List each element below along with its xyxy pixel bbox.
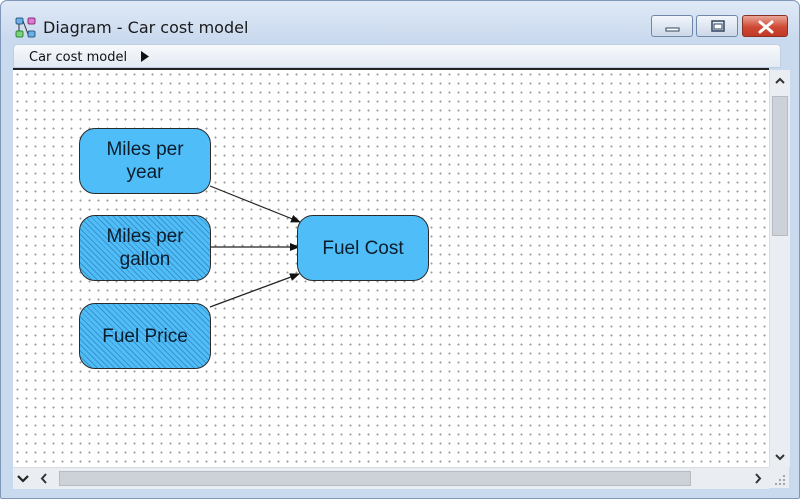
minimize-button[interactable] xyxy=(651,15,693,37)
play-triangle-icon[interactable] xyxy=(140,51,150,62)
restore-icon xyxy=(711,20,725,32)
breadcrumb: Car cost model xyxy=(13,44,781,68)
arrow-miles-per-year-to-fuel-cost[interactable] xyxy=(209,185,301,223)
resize-grip[interactable] xyxy=(769,467,789,488)
node-fuel-price[interactable]: Fuel Price xyxy=(79,303,211,369)
diagram-icon xyxy=(15,17,36,38)
close-button[interactable] xyxy=(742,15,788,37)
node-label-line1: Fuel Price xyxy=(102,325,188,347)
horizontal-scroll-thumb[interactable] xyxy=(59,471,691,486)
node-label-line2: year xyxy=(126,162,164,183)
horizontal-scrollbar[interactable] xyxy=(13,467,769,489)
breadcrumb-item[interactable]: Car cost model xyxy=(29,50,127,65)
window-title: Diagram - Car cost model xyxy=(43,18,249,37)
chevron-left-icon[interactable] xyxy=(39,473,49,484)
restore-button[interactable] xyxy=(696,15,738,37)
resize-grip-icon xyxy=(775,475,785,485)
chevron-right-icon[interactable] xyxy=(753,473,763,484)
chevron-down-icon[interactable] xyxy=(775,452,785,462)
node-miles-per-year[interactable]: Miles per year xyxy=(79,128,211,194)
node-miles-per-gallon[interactable]: Miles per gallon xyxy=(79,215,211,281)
diagram-window: Diagram - Car cost model Car cost model xyxy=(0,0,800,499)
vertical-scrollbar[interactable] xyxy=(769,70,790,467)
node-label-line1: Miles per xyxy=(106,139,184,160)
close-icon xyxy=(758,20,774,34)
node-label-line1: Fuel Cost xyxy=(322,237,404,259)
minimize-icon xyxy=(665,27,680,32)
node-fuel-cost[interactable]: Fuel Cost xyxy=(297,215,429,281)
vertical-scroll-thumb[interactable] xyxy=(772,96,788,236)
chevron-down-icon[interactable] xyxy=(17,473,29,484)
diagram-canvas[interactable]: Miles per year Miles per gallon Fuel Pri… xyxy=(13,68,769,469)
node-label-line2: gallon xyxy=(119,249,171,270)
title-bar[interactable]: Diagram - Car cost model xyxy=(1,1,799,41)
node-label-line1: Miles per xyxy=(106,226,184,247)
chevron-up-icon[interactable] xyxy=(775,76,785,86)
arrow-fuel-price-to-fuel-cost[interactable] xyxy=(209,273,300,308)
